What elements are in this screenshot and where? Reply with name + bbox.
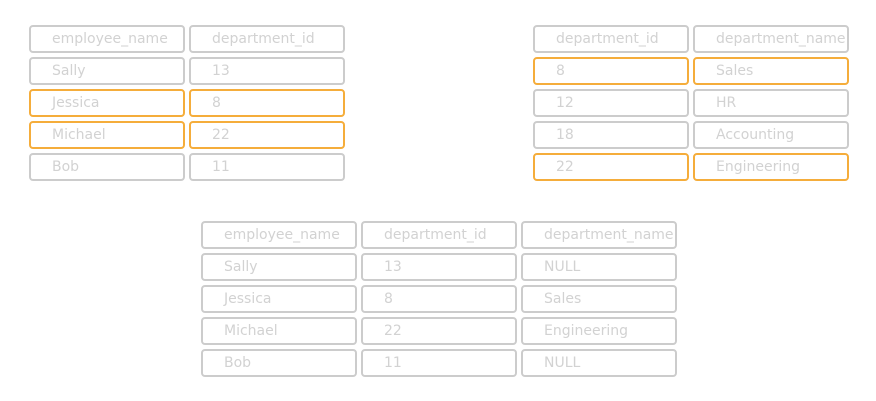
table-cell: Michael	[201, 317, 357, 345]
table-cell: 12	[533, 89, 689, 117]
table-cell: 8	[533, 57, 689, 85]
joined-table: employee_name department_id department_nam…	[201, 221, 677, 377]
table-cell: 13	[189, 57, 345, 85]
table-cell: Engineering	[693, 153, 849, 181]
table-cell: 11	[361, 349, 517, 377]
column-header-employee-name: employee_name	[29, 25, 185, 53]
table-cell: NULL	[521, 349, 677, 377]
column-header-employee-name: employee_name	[201, 221, 357, 249]
table-cell: 22	[361, 317, 517, 345]
table-cell: Sally	[201, 253, 357, 281]
table-cell: Bob	[201, 349, 357, 377]
table-cell: 8	[361, 285, 517, 313]
table-cell: 11	[189, 153, 345, 181]
column-header-department-id: department_id	[533, 25, 689, 53]
table-cell: 8	[189, 89, 345, 117]
column-header-department-name: department_name	[521, 221, 677, 249]
column-header-department-name: department_name	[693, 25, 849, 53]
column-header-department-id: department_id	[361, 221, 517, 249]
table-cell: Michael	[29, 121, 185, 149]
table-cell: 18	[533, 121, 689, 149]
column-header-department-id: department_id	[189, 25, 345, 53]
table-cell: 13	[361, 253, 517, 281]
table-cell: Sales	[521, 285, 677, 313]
departments-table: department_id department_name 8 Sales 12 HR 18…	[533, 25, 849, 181]
table-cell: 22	[189, 121, 345, 149]
table-cell: Jessica	[201, 285, 357, 313]
table-cell: HR	[693, 89, 849, 117]
table-cell: 22	[533, 153, 689, 181]
table-cell: Sally	[29, 57, 185, 85]
table-cell: Jessica	[29, 89, 185, 117]
table-cell: Bob	[29, 153, 185, 181]
table-cell: Accounting	[693, 121, 849, 149]
table-cell: Engineering	[521, 317, 677, 345]
table-cell: NULL	[521, 253, 677, 281]
table-cell: Sales	[693, 57, 849, 85]
employees-table: employee_name department_id Sally 13 Jessica…	[29, 25, 345, 181]
